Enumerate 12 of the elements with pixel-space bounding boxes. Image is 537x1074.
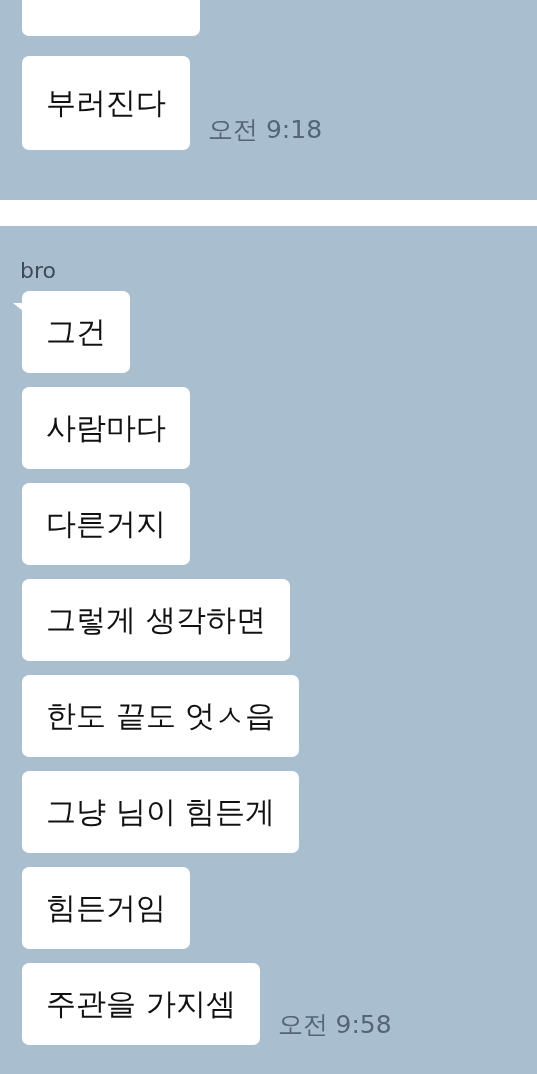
message-bubble: 한도 끝도 엇ㅅ읍 [22,675,300,757]
message-bubble: 그렇게 생각하면 [22,579,290,661]
message-bubble: 힘든거임 [22,867,190,949]
message-bubble: 다른거지 [22,483,190,565]
message-bubble: 그냥 님이 힘든게 [22,771,300,853]
sender-name: bro [20,258,57,283]
message-bubble: 부러진다 [22,56,190,150]
message-bubble: 사람마다 [22,387,190,469]
message-time: 오전 9:18 [208,114,323,146]
message-bubble: 그건 [22,291,130,373]
message-bubble: 주관을 가지셈 [22,963,260,1045]
message-time: 오전 9:58 [277,1009,392,1041]
